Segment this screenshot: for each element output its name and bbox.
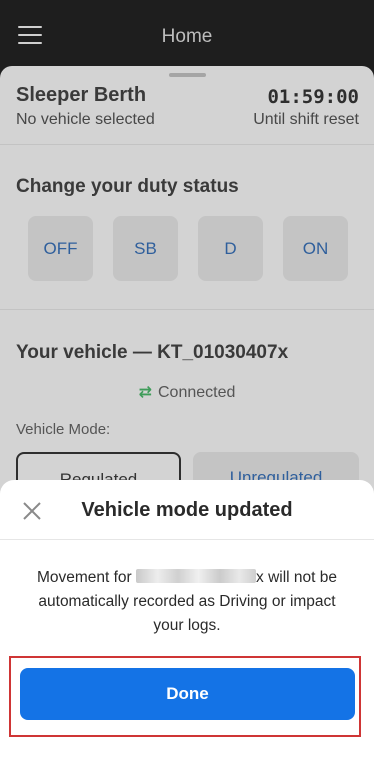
shift-timer-caption: Until shift reset xyxy=(253,111,359,128)
shift-timer: 01:59:00 xyxy=(267,86,359,108)
modal-title: Vehicle mode updated xyxy=(81,499,293,521)
divider xyxy=(0,539,374,540)
message-vehicle-suffix: x xyxy=(256,569,264,586)
redacted-vehicle-id xyxy=(136,569,257,583)
connected-arrows-icon: ⇄ xyxy=(138,384,152,401)
duty-off-button[interactable]: OFF xyxy=(28,216,93,281)
current-status-label: Sleeper Berth xyxy=(16,84,147,106)
connection-status: ⇄ Connected xyxy=(0,382,374,402)
vehicle-selection-text: No vehicle selected xyxy=(16,111,155,128)
duty-sb-button[interactable]: SB xyxy=(113,216,178,281)
modal-message: Movement for x will not be automatically… xyxy=(30,566,344,638)
vehicle-mode-modal: Vehicle mode updated Movement for x will… xyxy=(0,480,374,776)
connection-label: Connected xyxy=(158,384,236,401)
duty-status-heading: Change your duty status xyxy=(16,176,239,197)
message-prefix: Movement for xyxy=(36,569,132,586)
top-app-bar: Home xyxy=(0,0,374,70)
drag-handle[interactable] xyxy=(169,73,206,77)
divider xyxy=(0,144,374,145)
divider xyxy=(0,309,374,310)
duty-d-button[interactable]: D xyxy=(198,216,263,281)
duty-on-button[interactable]: ON xyxy=(283,216,348,281)
page-title: Home xyxy=(161,26,213,47)
vehicle-mode-label: Vehicle Mode: xyxy=(16,421,111,438)
vehicle-heading: Your vehicle — KT_01030407x xyxy=(16,342,289,363)
done-button[interactable]: Done xyxy=(20,668,355,720)
